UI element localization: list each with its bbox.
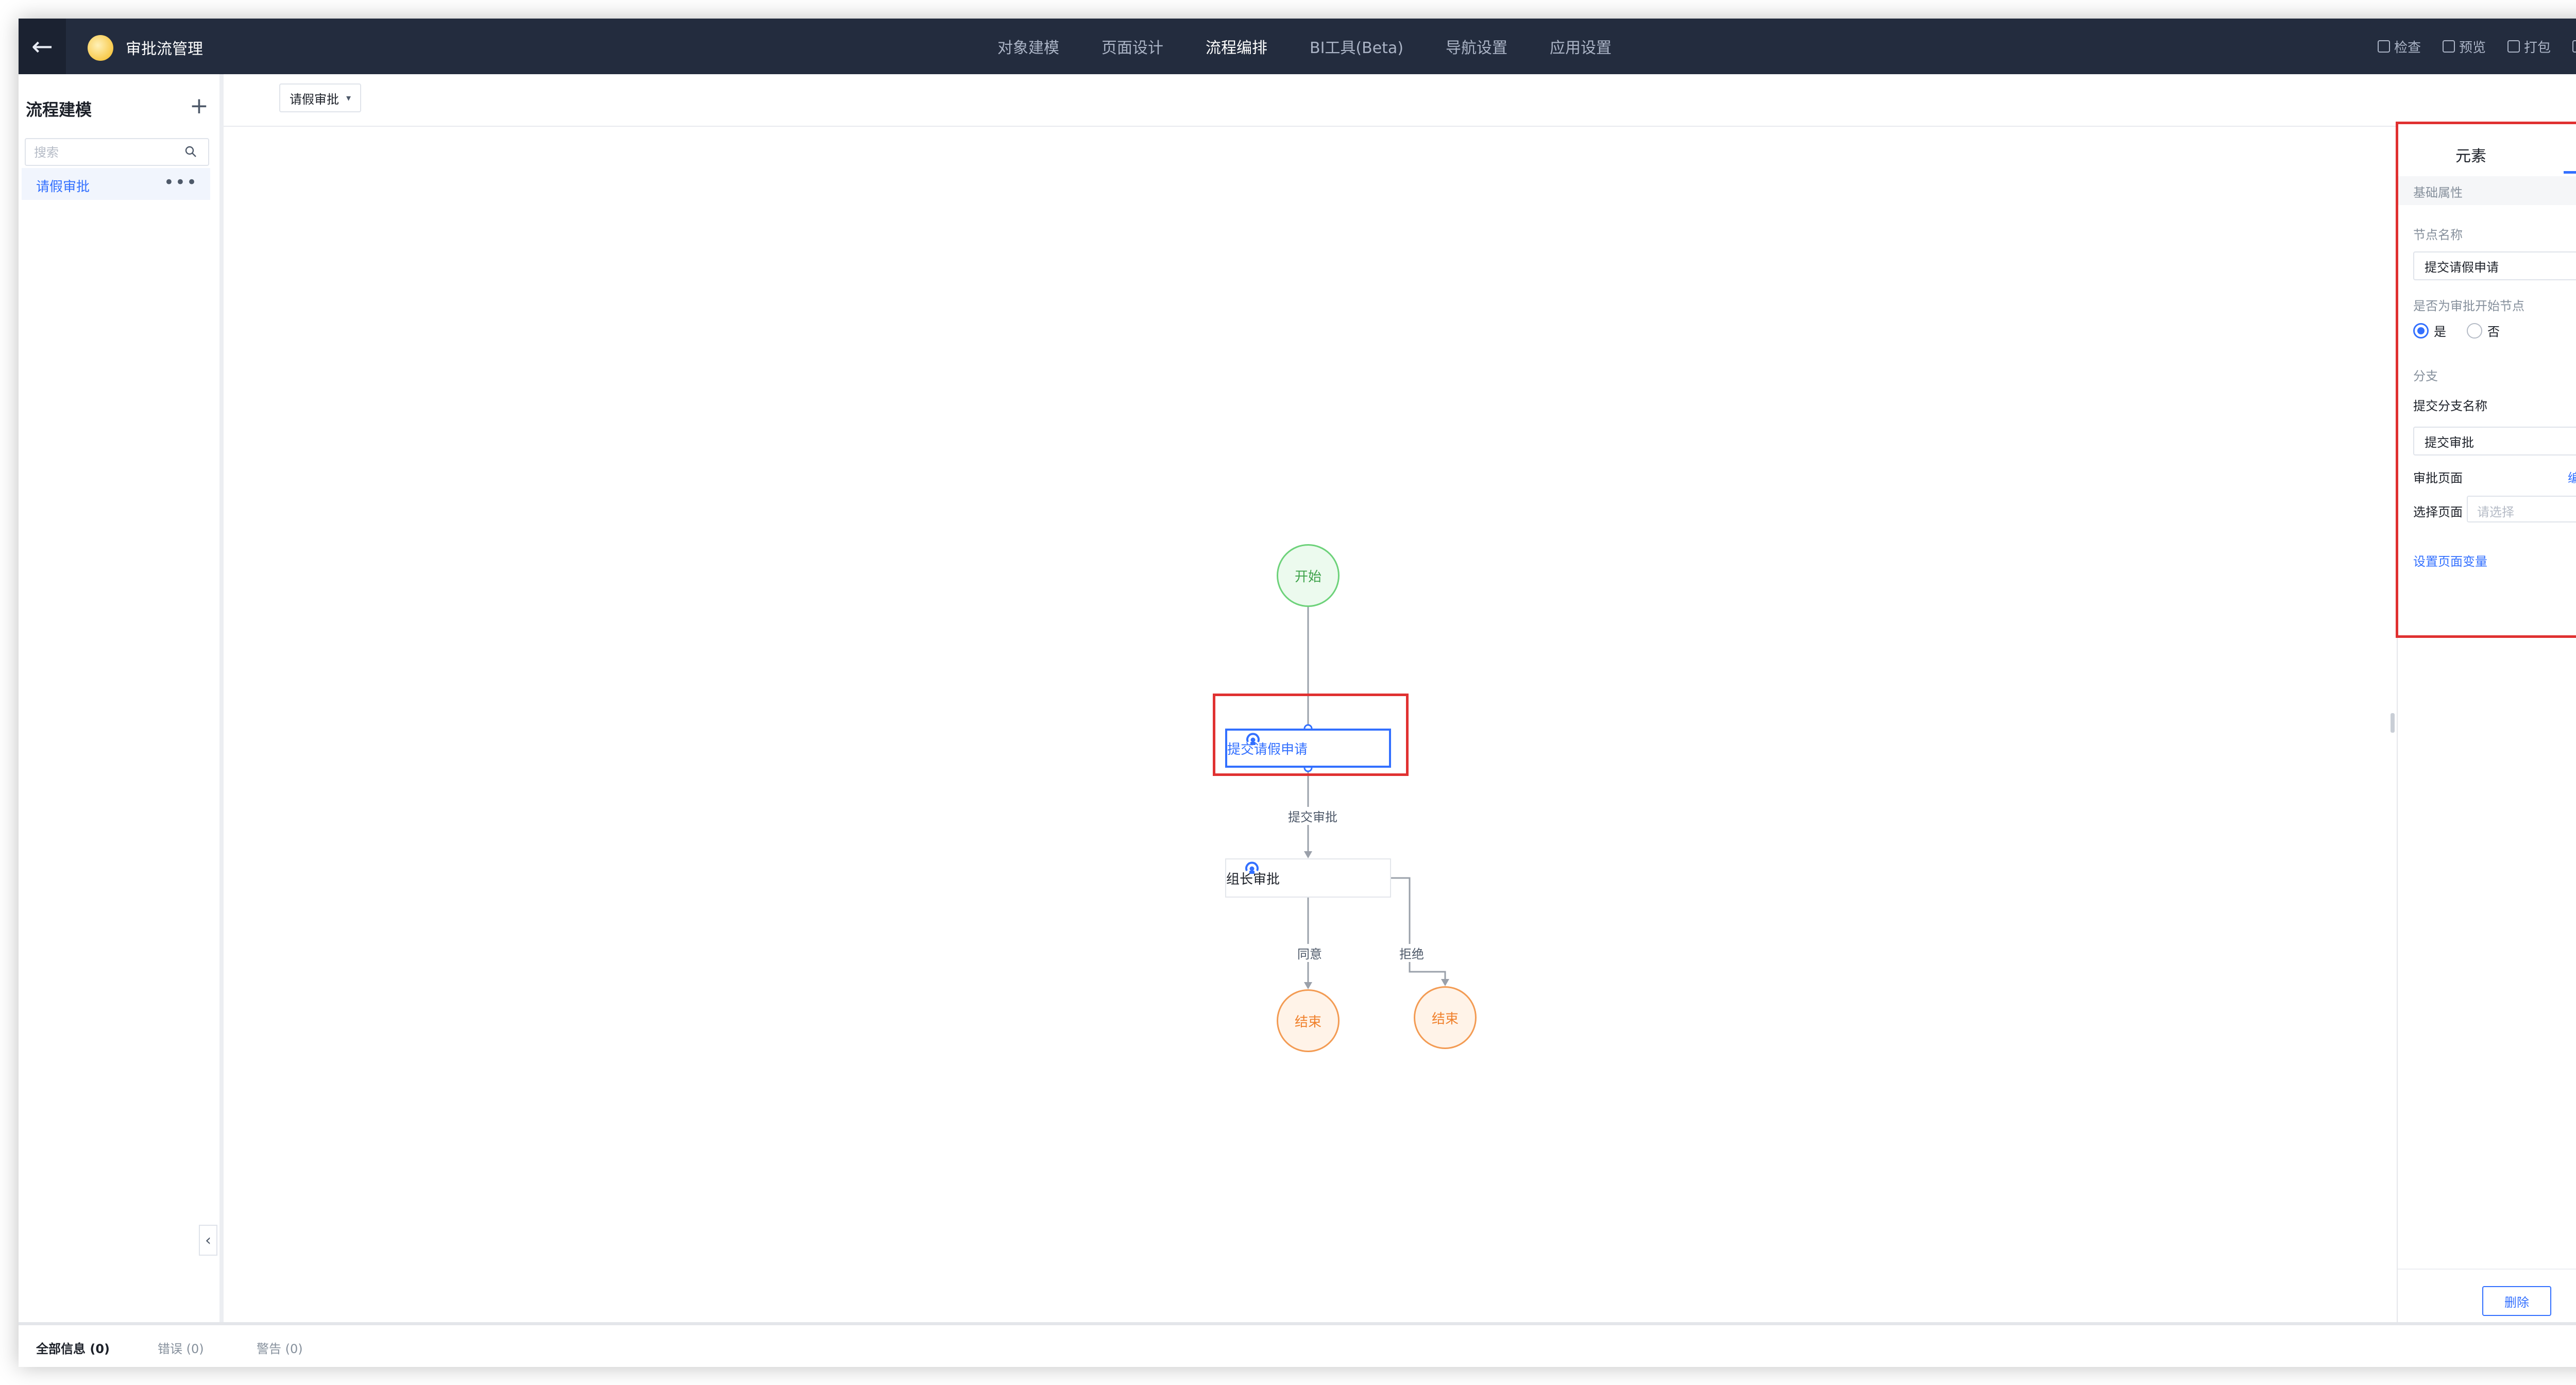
check-label: 检查 bbox=[2394, 40, 2421, 56]
nav-item-app-settings[interactable]: 应用设置 bbox=[1550, 35, 1612, 58]
arrow-into-leader bbox=[1304, 851, 1312, 858]
edge-leader-end-reject bbox=[1391, 877, 1446, 983]
flow-selector-value: 请假审批 bbox=[290, 92, 339, 107]
chevron-left-icon: ‹ bbox=[205, 1231, 211, 1249]
end-node-agree[interactable]: 结束 bbox=[1277, 989, 1340, 1052]
edge-label-agree: 同意 bbox=[1295, 944, 1324, 962]
sidebar-title: 流程建模 bbox=[26, 100, 92, 120]
flow-selector[interactable]: 请假审批 ▾ bbox=[279, 83, 362, 112]
arrow-into-end-reject bbox=[1441, 979, 1449, 986]
panel-resize-handle[interactable] bbox=[2391, 713, 2395, 733]
app-window: ← 审批流管理 对象建模 页面设计 流程编排 BI工具(Beta) 导航设置 应… bbox=[19, 19, 2576, 1367]
nav-item-navigation-settings[interactable]: 导航设置 bbox=[1446, 35, 1507, 58]
start-node[interactable]: 开始 bbox=[1277, 544, 1340, 607]
selected-node-highlight bbox=[1213, 694, 1409, 776]
caret-down-icon: ▾ bbox=[346, 92, 351, 104]
package-icon bbox=[2507, 40, 2520, 53]
publish-button[interactable]: 发布 bbox=[2572, 37, 2576, 56]
canvas-toolbar: 请假审批 ▾ bbox=[224, 74, 2576, 127]
sidebar-item-leave-approval[interactable]: 请假审批 ••• bbox=[22, 168, 210, 200]
search-icon[interactable] bbox=[184, 145, 197, 158]
end-node-reject[interactable]: 结束 bbox=[1414, 986, 1477, 1049]
top-toolbar: 检查 预览 打包 发布 bbox=[2356, 19, 2576, 74]
main-nav: 对象建模 页面设计 流程编排 BI工具(Beta) 导航设置 应用设置 bbox=[997, 19, 1654, 74]
package-label: 打包 bbox=[2523, 40, 2551, 56]
search-input[interactable] bbox=[33, 143, 179, 162]
package-button[interactable]: 打包 bbox=[2507, 37, 2551, 56]
process-sidebar: 流程建模 + 请假审批 ••• ‹ bbox=[19, 74, 224, 1322]
nav-item-bi-tools[interactable]: BI工具(Beta) bbox=[1310, 35, 1403, 58]
arrow-left-icon: ← bbox=[31, 31, 53, 61]
preview-button[interactable]: 预览 bbox=[2442, 37, 2486, 56]
nav-item-object-modeling[interactable]: 对象建模 bbox=[997, 35, 1059, 58]
flow-canvas[interactable]: 开始 提交请假申请 提交审批 组长审批 同意 拒绝 结束 结束 bbox=[224, 127, 2414, 1321]
check-button[interactable]: 检查 bbox=[2377, 37, 2421, 56]
nav-item-page-design[interactable]: 页面设计 bbox=[1101, 35, 1163, 58]
more-icon[interactable]: ••• bbox=[164, 172, 198, 193]
sidebar-search bbox=[25, 138, 209, 166]
panel-footer-divider bbox=[2398, 1269, 2576, 1270]
nav-item-process-orchestration[interactable]: 流程编排 bbox=[1206, 35, 1267, 58]
tab-errors[interactable]: 错误 (0) bbox=[158, 1339, 204, 1357]
edge-label-reject: 拒绝 bbox=[1397, 944, 1426, 962]
collapse-sidebar-button[interactable]: ‹ bbox=[199, 1225, 217, 1256]
tab-all-messages[interactable]: 全部信息 (0) bbox=[36, 1339, 110, 1357]
app-logo bbox=[88, 35, 113, 61]
plus-icon: + bbox=[190, 93, 209, 119]
leader-approval-node[interactable]: 组长审批 bbox=[1225, 858, 1391, 898]
property-panel-highlight bbox=[2396, 122, 2576, 638]
edge-label-submit: 提交审批 bbox=[1286, 807, 1340, 825]
message-bar: 全部信息 (0) 错误 (0) 警告 (0) ⌃ bbox=[19, 1322, 2576, 1367]
tab-warnings[interactable]: 警告 (0) bbox=[257, 1339, 303, 1357]
back-button[interactable]: ← bbox=[19, 19, 66, 74]
delete-button[interactable]: 删除 bbox=[2482, 1286, 2551, 1316]
check-icon bbox=[2377, 40, 2390, 53]
app-title: 审批流管理 bbox=[126, 40, 203, 58]
preview-icon bbox=[2442, 40, 2455, 53]
approval-node-icon bbox=[1245, 862, 1259, 874]
arrow-into-end-agree bbox=[1304, 982, 1312, 989]
add-process-button[interactable]: + bbox=[190, 93, 209, 119]
publish-icon bbox=[2572, 40, 2576, 53]
top-bar: ← 审批流管理 对象建模 页面设计 流程编排 BI工具(Beta) 导航设置 应… bbox=[19, 19, 2576, 74]
preview-label: 预览 bbox=[2459, 40, 2486, 56]
sidebar-item-label: 请假审批 bbox=[36, 179, 90, 195]
